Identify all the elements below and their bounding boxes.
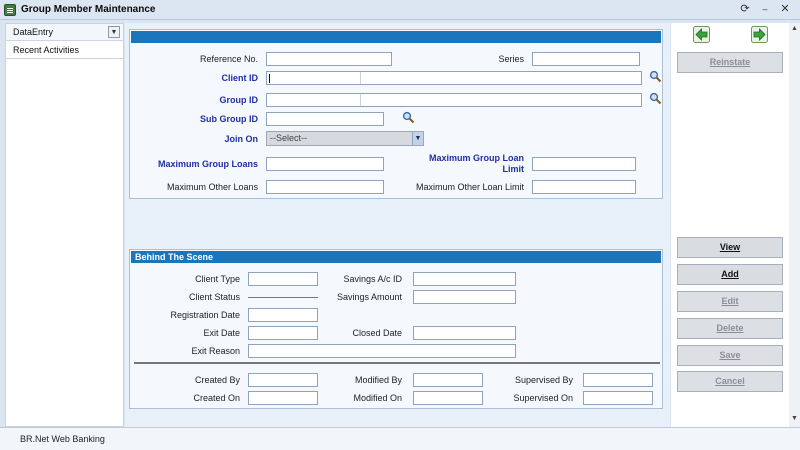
app-icon [4,4,16,16]
max-group-loan-limit-label: Maximum Group Loan Limit [428,153,524,174]
exit-reason-label: Exit Reason [191,346,240,356]
window-title: Group Member Maintenance [21,4,156,15]
sub-group-id-search-icon[interactable] [402,111,415,124]
closed-date-value [413,326,516,340]
exit-date-value [248,326,318,340]
savings-amount-value [413,290,516,304]
max-other-loans-input[interactable] [266,180,384,194]
created-by-value [248,373,318,387]
max-group-loans-label: Maximum Group Loans [157,159,258,169]
max-other-loans-label: Maximum Other Loans [166,182,258,192]
behind-the-scene-header: Behind The Scene [131,251,661,263]
client-id-input[interactable] [266,71,642,85]
group-id-input[interactable] [266,93,642,107]
text-caret [269,74,270,83]
form-panel: Reference No. Series Client ID Group ID … [129,29,663,199]
sidebar-item-dataentry[interactable]: DataEntry ▼ [6,24,123,41]
series-label: Series [498,54,524,64]
behind-the-scene-panel: Behind The Scene Client Type Savings A/c… [129,249,663,409]
max-other-loan-limit-label: Maximum Other Loan Limit [415,182,524,192]
sub-group-id-input[interactable] [266,112,384,126]
vertical-scrollbar[interactable]: ▲ ▼ [789,23,800,427]
registration-date-value [248,308,318,322]
series-input[interactable] [532,52,640,66]
sidebar-item-recent-activities[interactable]: Recent Activities [6,42,123,59]
refresh-icon[interactable]: ⟳ [738,2,752,16]
supervised-by-value [583,373,653,387]
modified-on-value [413,391,483,405]
savings-amount-label: Savings Amount [336,292,402,302]
client-status-label: Client Status [188,292,240,302]
max-other-loan-limit-input[interactable] [532,180,636,194]
minimize-button[interactable]: ‒ [758,2,772,16]
client-status-value [248,297,318,298]
supervised-on-label: Supervised On [513,393,573,403]
chevron-down-icon[interactable]: ▼ [412,132,423,145]
field-separator [360,94,361,106]
delete-button[interactable]: Delete [677,318,783,339]
join-on-select[interactable]: --Select-- ▼ [266,131,424,146]
view-button[interactable]: View [677,237,783,258]
created-on-label: Created On [193,393,240,403]
group-id-label: Group ID [219,95,259,105]
savings-ac-id-label: Savings A/c ID [343,274,402,284]
action-bar: Reinstate View Add Edit Delete Save Canc… [671,23,789,427]
savings-ac-id-value [413,272,516,286]
main-content: Reference No. Series Client ID Group ID … [125,23,670,427]
previous-arrow-icon[interactable] [693,26,710,43]
scroll-down-icon[interactable]: ▼ [791,415,798,422]
form-panel-header [131,31,661,43]
modified-by-label: Modified By [354,375,402,385]
save-button[interactable]: Save [677,345,783,366]
cancel-button[interactable]: Cancel [677,371,783,392]
registration-date-label: Registration Date [170,310,240,320]
reference-no-label: Reference No. [199,54,258,64]
chevron-down-icon[interactable]: ▼ [108,26,120,38]
scroll-up-icon[interactable]: ▲ [791,25,798,32]
section-divider [134,362,660,364]
supervised-by-label: Supervised By [514,375,573,385]
sub-group-id-label: Sub Group ID [200,114,258,124]
sidebar-item-label: DataEntry [13,27,54,37]
supervised-on-value [583,391,653,405]
edit-button[interactable]: Edit [677,291,783,312]
join-on-selected-value: --Select-- [270,133,308,143]
created-on-value [248,391,318,405]
add-button[interactable]: Add [677,264,783,285]
max-group-loan-limit-input[interactable] [532,157,636,171]
client-type-value [248,272,318,286]
exit-date-label: Exit Date [203,328,240,338]
client-type-label: Client Type [195,274,240,284]
max-group-loans-input[interactable] [266,157,384,171]
reference-no-input[interactable] [266,52,392,66]
reinstate-button[interactable]: Reinstate [677,52,783,73]
closed-date-label: Closed Date [352,328,402,338]
title-bar: Group Member Maintenance ⟳ ‒ ✕ [0,0,800,20]
exit-reason-value [248,344,516,358]
next-arrow-icon[interactable] [751,26,768,43]
status-bar: BR.Net Web Banking [0,427,800,450]
modified-by-value [413,373,483,387]
sidebar-item-label: Recent Activities [13,45,80,55]
created-by-label: Created By [194,375,240,385]
client-id-label: Client ID [221,73,258,83]
sidebar: DataEntry ▼ Recent Activities [5,23,124,427]
close-button[interactable]: ✕ [778,2,792,16]
group-id-search-icon[interactable] [649,92,662,105]
client-id-search-icon[interactable] [649,70,662,83]
field-separator [360,72,361,84]
modified-on-label: Modified On [353,393,402,403]
status-text: BR.Net Web Banking [20,434,105,444]
join-on-label: Join On [224,134,259,144]
